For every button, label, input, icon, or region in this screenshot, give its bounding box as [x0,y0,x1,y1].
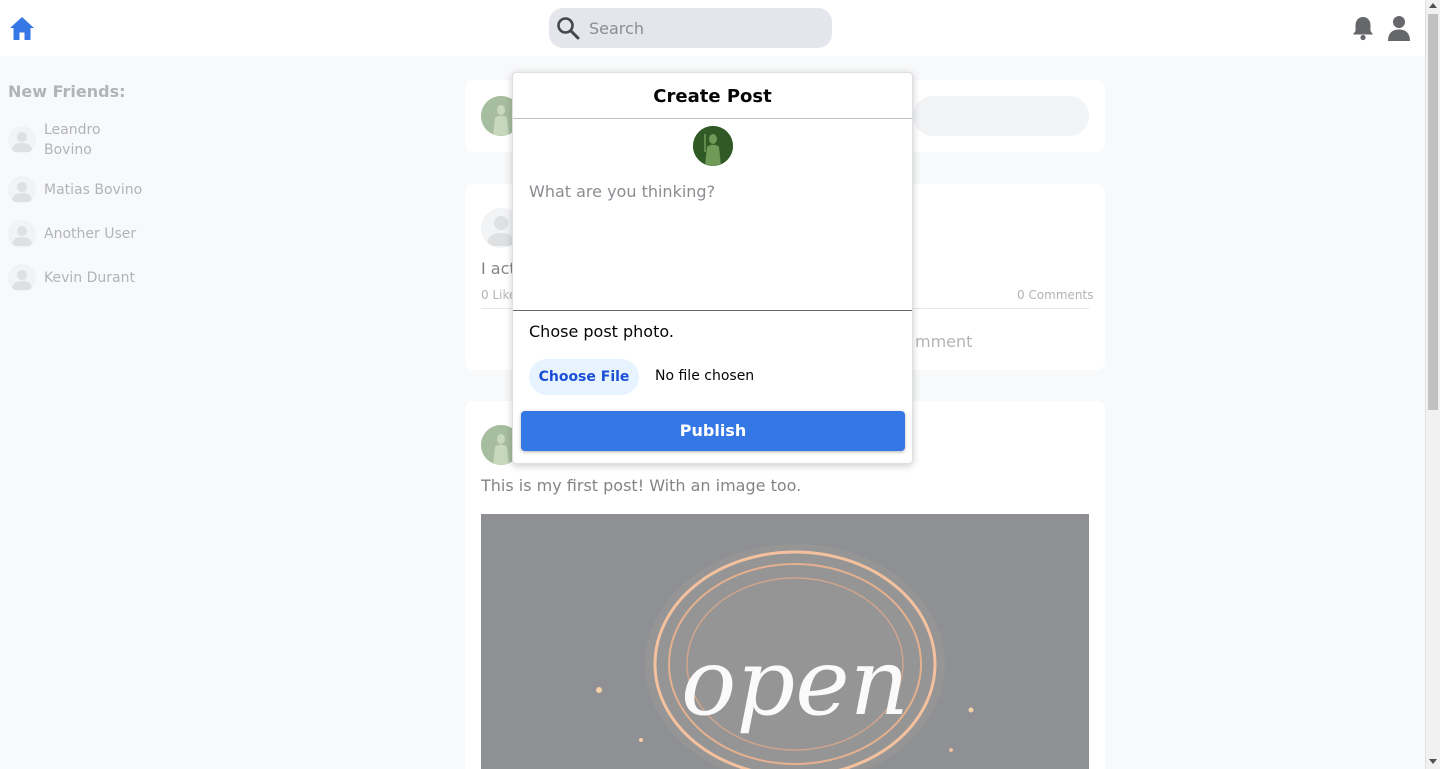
profile-photo [693,126,733,166]
scroll-thumb[interactable] [1428,14,1438,410]
home-icon[interactable] [8,14,36,42]
user-icon[interactable] [1388,15,1410,41]
top-navbar [0,0,1425,56]
photo-label: Chose post photo. [529,322,674,341]
search-input[interactable] [589,8,825,48]
divider [513,118,912,119]
publish-button[interactable]: Publish [521,411,905,451]
search-icon [557,17,580,40]
page-scrollbar[interactable] [1425,0,1440,769]
choose-file-button[interactable]: Choose File [529,359,639,395]
avatar [693,126,733,166]
scroll-up-arrow-icon[interactable] [1429,3,1437,8]
bell-icon[interactable] [1351,15,1375,41]
file-status-text: No file chosen [655,368,755,384]
modal-title: Create Post [653,86,772,107]
post-text-input[interactable] [513,174,912,311]
create-post-modal: Create Post Chose post photo. Choose Fil… [512,72,913,464]
scroll-down-arrow-icon[interactable] [1429,759,1437,764]
search-box[interactable] [549,8,832,48]
